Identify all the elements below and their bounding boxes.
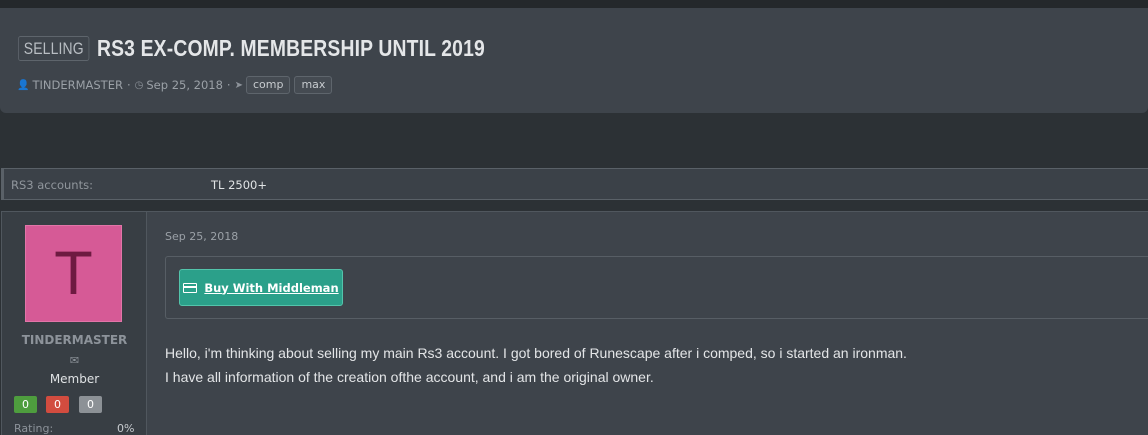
clock-icon: ◷: [134, 79, 144, 91]
prefix-label[interactable]: SELLING: [18, 36, 90, 61]
tags-icon: ➤: [234, 79, 243, 91]
title-row: SELLING RS3 EX-COMP. MEMBERSHIP UNTIL 20…: [18, 35, 559, 62]
envelope-icon[interactable]: ✉: [2, 354, 147, 367]
middleman-button-label: Buy With Middleman: [204, 280, 339, 295]
buy-with-middleman-button[interactable]: Buy With Middleman: [179, 269, 343, 306]
meta-separator: ·: [226, 78, 231, 92]
post-date[interactable]: Sep 25, 2018: [165, 230, 238, 243]
rep-neutral-badge: 0: [79, 396, 102, 413]
post-body-line: I have all information of the creation o…: [165, 369, 654, 385]
rating-label: Rating:: [14, 422, 54, 435]
user-icon: 👤: [17, 79, 30, 91]
rep-positive-badge: 0: [14, 396, 37, 413]
credit-card-icon: [183, 282, 198, 293]
post-username[interactable]: TINDERMASTER: [2, 333, 147, 347]
rating-value: 0%: [117, 422, 135, 435]
thread-date[interactable]: Sep 25, 2018: [146, 78, 223, 92]
thread-meta: 👤 TINDERMASTER · ◷ Sep 25, 2018 · ➤ comp…: [17, 76, 336, 94]
post-message: T TINDERMASTER ✉ Member 0 0 0 Rating: 0%…: [1, 211, 1148, 435]
rep-negative-badge: 0: [46, 396, 69, 413]
tag-comp[interactable]: comp: [245, 76, 291, 94]
post-body-line: Hello, i'm thinking about selling my mai…: [165, 345, 907, 361]
meta-separator: ·: [126, 78, 131, 92]
user-title: Member: [49, 372, 100, 386]
middleman-box: Buy With Middleman: [165, 256, 1148, 319]
tag-max[interactable]: max: [294, 76, 333, 94]
custom-field-bar: RS3 accounts: TL 2500+: [1, 168, 1148, 200]
custom-field-value: TL 2500+: [211, 178, 267, 192]
post-user-column: T TINDERMASTER ✉ Member 0 0 0 Rating: 0%: [2, 212, 147, 435]
custom-field-label: RS3 accounts:: [11, 178, 93, 192]
avatar[interactable]: T: [25, 225, 122, 322]
thread-author[interactable]: TINDERMASTER: [32, 78, 123, 92]
post-body: Hello, i'm thinking about selling my mai…: [165, 341, 907, 389]
top-strip: [0, 0, 1148, 8]
thread-header: SELLING RS3 EX-COMP. MEMBERSHIP UNTIL 20…: [0, 8, 1148, 113]
thread-title: RS3 EX-COMP. MEMBERSHIP UNTIL 2019: [97, 35, 486, 61]
